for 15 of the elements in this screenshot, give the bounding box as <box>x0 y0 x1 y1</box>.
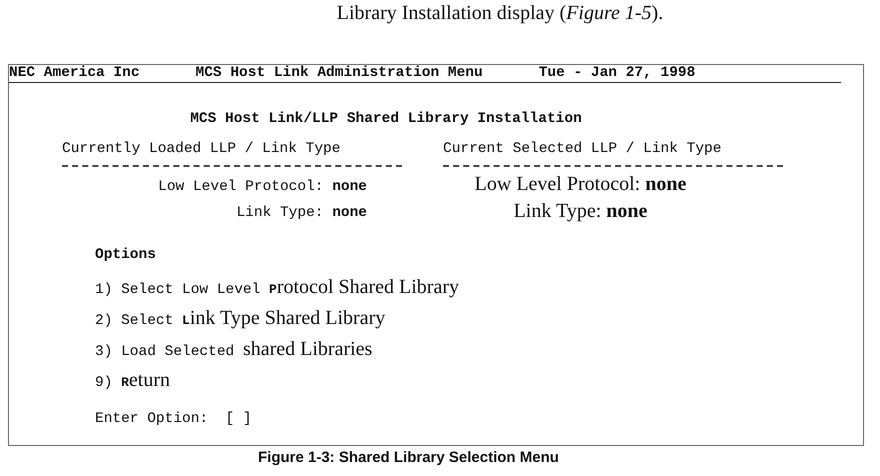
status-line: Low Level Protocol: none <box>474 173 686 196</box>
status-line: Low Level Protocol: none <box>158 179 367 195</box>
column-heading: Current Selected LLP / Link Type <box>443 141 722 157</box>
menu-title: MCS Host Link Administration Menu <box>196 65 483 82</box>
status-line: Link Type: none <box>514 200 648 223</box>
document-text: Library Installation display (Figure 1-5). <box>336 1 664 24</box>
options-heading: Options <box>95 247 156 263</box>
date-text: Tue - Jan 27, 1998 <box>538 65 696 82</box>
company-name: NEC America Inc <box>9 65 140 82</box>
screen-title: MCS Host Link/LLP Shared Library Installation <box>190 111 582 127</box>
option-prompt[interactable]: Enter Option: [ ] <box>95 411 252 427</box>
menu-option[interactable]: 9) Return <box>95 375 170 391</box>
figure-caption: Figure 1-3: Shared Library Selection Menu <box>258 449 559 466</box>
column-heading: Currently Loaded LLP / Link Type <box>62 141 342 157</box>
status-line: Link Type: none <box>236 205 367 221</box>
